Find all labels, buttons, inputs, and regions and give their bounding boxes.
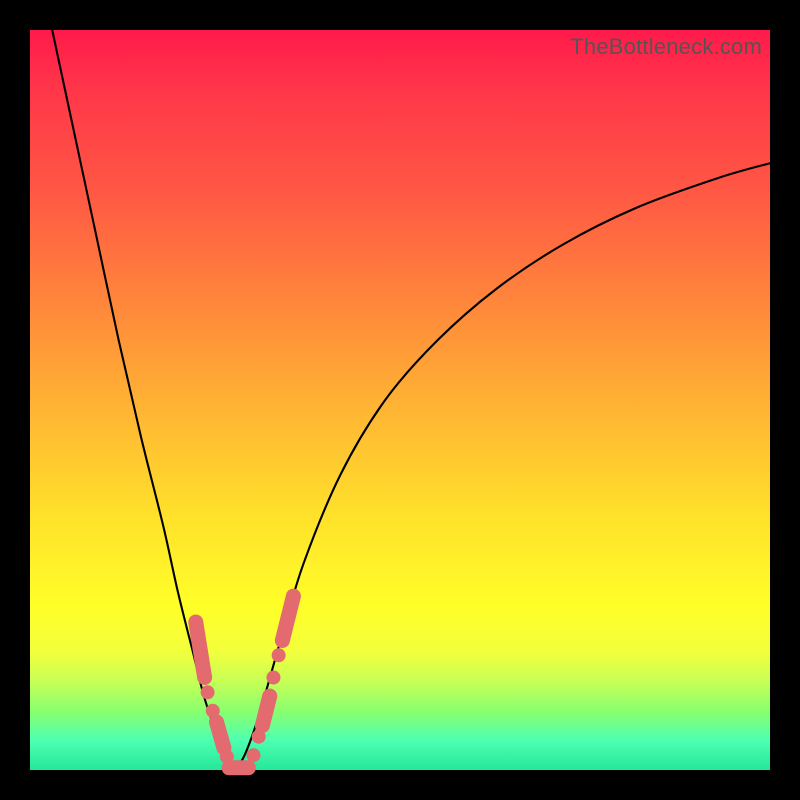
curve-layer: [30, 30, 770, 770]
curve-right-branch: [236, 163, 770, 770]
marker-dot: [246, 748, 260, 762]
marker-dot: [266, 671, 280, 685]
marker-dot: [272, 648, 286, 662]
marker-capsule: [282, 596, 293, 640]
chart-frame: TheBottleneck.com: [0, 0, 800, 800]
plot-area: TheBottleneck.com: [30, 30, 770, 770]
marker-capsule: [196, 622, 205, 678]
marker-capsule: [262, 696, 269, 726]
marker-capsule: [216, 722, 223, 748]
marker-dot: [201, 685, 215, 699]
